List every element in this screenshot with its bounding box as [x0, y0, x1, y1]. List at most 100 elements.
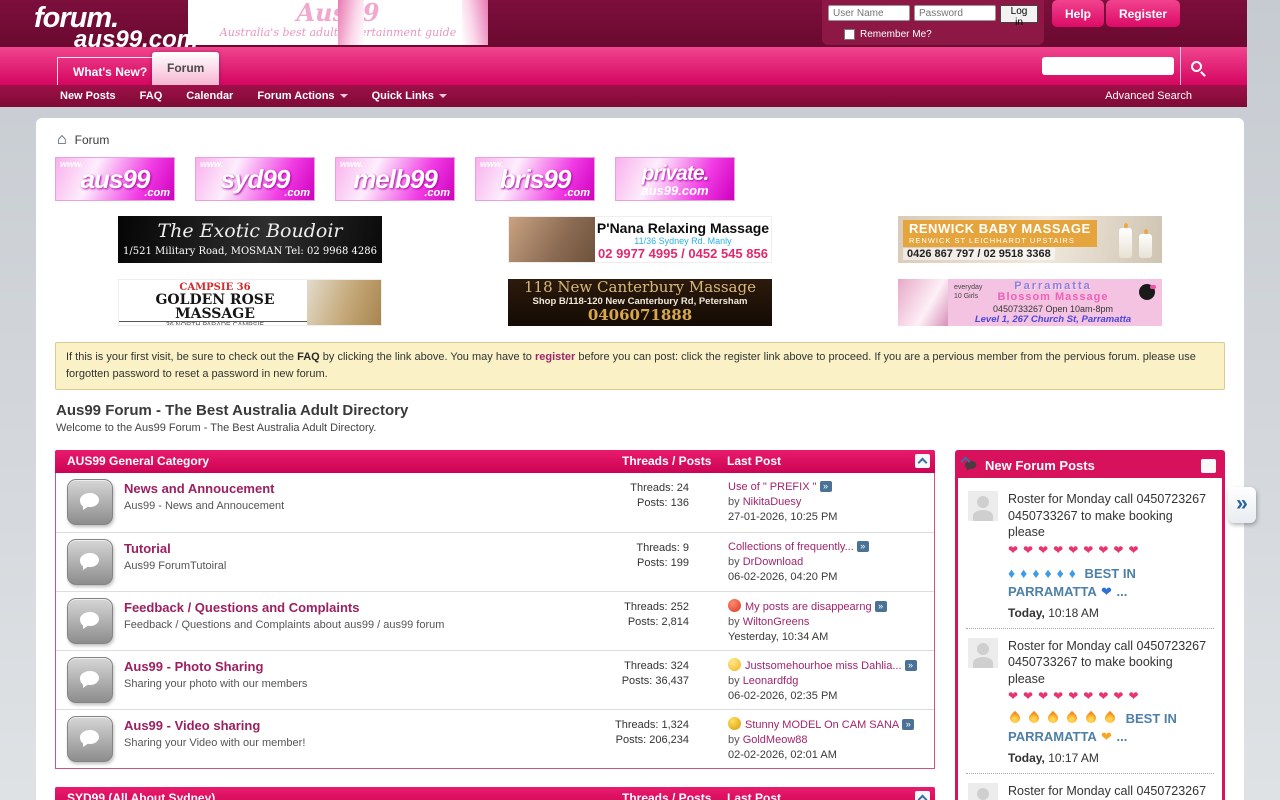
diamond-emoji: ♦ [1020, 565, 1032, 581]
ad-title: 118 New Canterbury Massage [508, 279, 772, 296]
sidebar-post: Roster for Monday call 0450723267 045073… [966, 629, 1214, 775]
password-input[interactable] [914, 5, 996, 21]
forum-stats: Threads: 324Posts: 36,437 [596, 659, 689, 689]
last-post-date: 06-02-2026, 04:20 PM [728, 570, 930, 585]
ad-pnana-massage[interactable]: P'Nana Relaxing Massage 11/36 Sydney Rd.… [508, 216, 772, 263]
forum-link[interactable]: Tutorial [124, 541, 171, 556]
forum-stats: Threads: 24Posts: 136 [596, 481, 689, 511]
ad-blossom-massage[interactable]: everyday 10 Girls Parramatta Blossom Mas… [898, 279, 1162, 326]
flame-emoji [1065, 711, 1079, 725]
sidebar-post: Roster for Monday call 0450723267 045073… [966, 774, 1214, 800]
banner-aus99[interactable]: www. aus99 .com [55, 157, 175, 201]
tab-whats-new[interactable]: What's New? [57, 57, 163, 85]
register-button[interactable]: Register [1106, 0, 1180, 27]
curtain-graphic [462, 0, 488, 45]
last-post-link[interactable]: Stunny MODEL On CAM SANA [745, 719, 899, 731]
angry-face-icon [728, 599, 741, 612]
remember-checkbox[interactable] [844, 29, 855, 40]
nav-quick-links-label: Quick Links [372, 90, 434, 102]
username-input[interactable] [828, 5, 910, 21]
last-post-link[interactable]: Use of " PREFIX " [728, 481, 817, 493]
banner-syd99[interactable]: www. syd99 .com [195, 157, 315, 201]
avatar[interactable] [968, 783, 998, 800]
faq-link[interactable]: FAQ [297, 351, 320, 363]
category-title: SYD99 (All About Sydney) [67, 791, 215, 800]
last-post-link[interactable]: Collections of frequently... [728, 541, 854, 553]
collapse-button[interactable] [1201, 459, 1216, 473]
category-header[interactable]: SYD99 (All About Sydney) Threads / Posts… [55, 787, 935, 800]
last-post-author: by DrDownload [728, 555, 930, 570]
ad-phone: 0450733267 Open 10am-8pm [944, 304, 1162, 314]
forum-stats: Threads: 252Posts: 2,814 [596, 600, 689, 630]
go-to-last-post-icon[interactable]: » [857, 541, 869, 552]
flame-emoji [1084, 711, 1098, 725]
flame-emoji [1103, 711, 1117, 725]
breadcrumb-forum[interactable]: Forum [75, 133, 110, 147]
forum-link[interactable]: News and Annoucement [124, 481, 274, 496]
sidebar-expand-button[interactable]: » [1228, 487, 1256, 523]
post-text[interactable]: Roster for Monday call 0450723267 045073… [1008, 638, 1212, 688]
forum-status-icon [67, 716, 113, 762]
category-header[interactable]: AUS99 General Category Threads / Posts L… [55, 450, 935, 473]
go-to-last-post-icon[interactable]: » [820, 481, 832, 492]
forum-status-icon [67, 479, 113, 525]
sidebar-header: New Forum Posts [958, 453, 1222, 478]
hearts-emoji-row: ❤❤❤❤❤❤❤❤❤ [1008, 687, 1212, 705]
diamond-emoji: ♦ [1069, 565, 1081, 581]
banner-bris99[interactable]: www. bris99 .com [475, 157, 595, 201]
forum-link[interactable]: Feedback / Questions and Complaints [124, 600, 360, 615]
ads-row-1: The Exotic Boudoir 1/521 Military Road, … [118, 216, 1225, 263]
banner-melb99[interactable]: www. melb99 .com [335, 157, 455, 201]
banner-suffix: aus99.com [616, 183, 734, 198]
column-last-post: Last Post [727, 787, 781, 800]
ad-exotic-boudoir[interactable]: The Exotic Boudoir 1/521 Military Road, … [118, 216, 382, 263]
go-to-last-post-icon[interactable]: » [902, 719, 914, 730]
register-link[interactable]: register [535, 351, 575, 363]
avatar[interactable] [968, 491, 998, 521]
column-last-post: Last Post [727, 450, 781, 473]
post-text-line2[interactable]: BEST IN PARRAMATTA ❤ ... [1008, 710, 1212, 746]
collapse-button[interactable] [915, 454, 930, 468]
nav-calendar[interactable]: Calendar [186, 90, 233, 102]
post-text-line2[interactable]: ♦♦♦♦♦♦ BEST IN PARRAMATTA ❤ ... [1008, 564, 1212, 601]
forum-link[interactable]: Aus99 - Photo Sharing [124, 659, 263, 674]
subnav-bar: New Posts FAQ Calendar Forum Actions Qui… [0, 85, 1247, 107]
nav-forum-actions[interactable]: Forum Actions [257, 90, 347, 102]
ad-golden-rose-massage[interactable]: CAMPSIE 36 GOLDEN ROSE MASSAGE 36 NORTH … [118, 279, 382, 326]
ad-address: RENWICK ST LEICHHARDT UPSTAIRS [909, 236, 1091, 245]
post-text[interactable]: Roster for Monday call 0450723267 045073… [1008, 491, 1212, 541]
nav-new-posts[interactable]: New Posts [60, 90, 116, 102]
go-to-last-post-icon[interactable]: » [875, 601, 887, 612]
post-text[interactable]: Roster for Monday call 0450723267 045073… [1008, 783, 1212, 800]
last-post: Use of " PREFIX "» by NikitaDuesy 27-01-… [728, 480, 930, 525]
last-post-date: 27-01-2026, 10:25 PM [728, 510, 930, 525]
ad-title: P'Nana Relaxing Massage [595, 220, 771, 236]
forum-description: Aus99 ForumTutoiral [124, 560, 564, 572]
ad-renwick-massage[interactable]: RENWICK BABY MASSAGE RENWICK ST LEICHHAR… [898, 216, 1162, 263]
last-post-link[interactable]: Justsomehourhoe miss Dahlia... [745, 660, 902, 672]
forum-status-icon [67, 539, 113, 585]
help-button[interactable]: Help [1052, 0, 1104, 27]
forum-list: AUS99 General Category Threads / Posts L… [55, 450, 935, 800]
login-button[interactable]: Log in [1000, 5, 1038, 23]
avatar[interactable] [968, 638, 998, 668]
flame-emoji [1027, 711, 1041, 725]
nav-quick-links[interactable]: Quick Links [372, 90, 447, 102]
last-post-link[interactable]: My posts are disappearng [745, 601, 872, 613]
search-input[interactable] [1042, 57, 1174, 75]
curtain-graphic [338, 0, 364, 45]
last-post-author: by NikitaDuesy [728, 495, 930, 510]
advanced-search-link[interactable]: Advanced Search [1105, 90, 1192, 102]
ad-canterbury-massage[interactable]: 118 New Canterbury Massage Shop B/118-12… [508, 279, 772, 326]
tab-forum[interactable]: Forum [152, 52, 219, 85]
collapse-button[interactable] [915, 791, 930, 800]
home-icon[interactable]: ⌂ [57, 133, 67, 147]
nav-faq[interactable]: FAQ [140, 90, 163, 102]
search-button[interactable] [1181, 47, 1211, 85]
column-threads-posts: Threads / Posts [622, 450, 711, 473]
go-to-last-post-icon[interactable]: » [905, 660, 917, 671]
smile-face-icon [728, 658, 741, 671]
banner-private-aus99[interactable]: private. aus99.com [615, 157, 735, 201]
forum-link[interactable]: Aus99 - Video sharing [124, 718, 260, 733]
header-banner-ad[interactable]: Aus99 Australia's best adult entertainme… [188, 0, 488, 45]
